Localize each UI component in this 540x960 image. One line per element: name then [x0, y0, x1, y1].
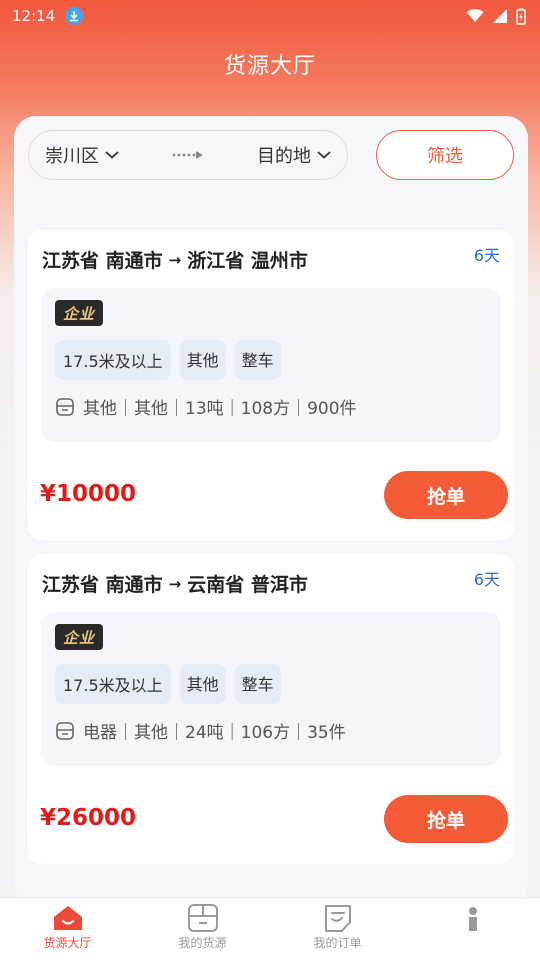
enterprise-badge: 企业 — [55, 300, 103, 326]
package-icon — [56, 397, 74, 416]
origin-label: 崇川区 — [45, 146, 99, 167]
status-time: 12:14 — [12, 7, 56, 25]
route-arrow: → — [168, 250, 182, 269]
wifi-icon — [466, 9, 484, 22]
destination-label: 目的地 — [257, 146, 311, 167]
route-arrow-icon — [172, 150, 204, 160]
download-icon — [65, 7, 84, 25]
grab-order-button[interactable]: 抢单 — [384, 795, 508, 843]
route-arrow: → — [168, 574, 182, 593]
cargo-card[interactable]: 江苏省 南通市 → 浙江省 温州市 6天 企业 17.5米及以上 其他 整车 其… — [28, 230, 514, 540]
tab-my-cargo[interactable]: 我的货源 — [135, 898, 270, 960]
route-to: 浙江省 温州市 — [187, 250, 308, 272]
tag-list: 17.5米及以上 其他 整车 — [55, 664, 281, 704]
tag-type: 其他 — [179, 340, 226, 380]
tab-label: 我的货源 — [178, 936, 227, 950]
enterprise-badge: 企业 — [55, 624, 103, 650]
filter-button[interactable]: 筛选 — [376, 130, 514, 180]
route-to: 云南省 普洱市 — [187, 574, 308, 596]
cargo-specs: 其他｜其他｜13吨｜108方｜900件 — [55, 394, 357, 419]
tab-label: 货源大厅 — [43, 936, 92, 950]
card-route: 江苏省 南通市 → 浙江省 温州市 — [42, 246, 308, 273]
tab-my-orders[interactable]: 我的订单 — [270, 898, 405, 960]
specs-text: 其他｜其他｜13吨｜108方｜900件 — [83, 399, 357, 419]
route-from: 江苏省 南通市 — [42, 250, 163, 272]
page-title: 货源大厅 — [223, 54, 316, 79]
tag-type: 其他 — [179, 664, 226, 704]
order-icon — [324, 905, 351, 932]
cargo-specs: 电器｜其他｜24吨｜106方｜35件 — [55, 718, 346, 743]
card-days: 6天 — [473, 570, 500, 589]
profile-icon — [468, 907, 477, 931]
specs-text: 电器｜其他｜24吨｜106方｜35件 — [83, 723, 346, 743]
tab-profile[interactable] — [405, 898, 540, 960]
route-picker: 崇川区 目的地 — [28, 130, 348, 180]
cargo-card[interactable]: 江苏省 南通市 → 云南省 普洱市 6天 企业 17.5米及以上 其他 整车 电… — [28, 554, 514, 864]
tag-length: 17.5米及以上 — [55, 664, 171, 704]
destination-select[interactable]: 目的地 — [257, 142, 331, 168]
cargo-info: 企业 17.5米及以上 其他 整车 其他｜其他｜13吨｜108方｜900件 — [41, 288, 501, 442]
tag-load: 整车 — [234, 664, 281, 704]
tag-load: 整车 — [234, 340, 281, 380]
box-icon — [187, 904, 218, 932]
card-route: 江苏省 南通市 → 云南省 普洱市 — [42, 570, 308, 597]
status-bar: 12:14 — [0, 0, 540, 32]
chevron-down-icon — [105, 151, 119, 159]
tab-cargo-hall[interactable]: 货源大厅 — [0, 898, 135, 960]
origin-select[interactable]: 崇川区 — [45, 142, 119, 168]
chevron-down-icon — [317, 151, 331, 159]
bottom-tab-bar: 货源大厅 我的货源 我的订单 — [0, 897, 540, 960]
route-from: 江苏省 南通市 — [42, 574, 163, 596]
price: ¥10000 — [40, 481, 137, 507]
package-icon — [56, 721, 74, 740]
tab-label: 我的订单 — [313, 936, 362, 950]
signal-icon — [493, 9, 507, 23]
tag-length: 17.5米及以上 — [55, 340, 171, 380]
price: ¥26000 — [40, 805, 137, 831]
home-icon — [53, 906, 82, 930]
card-days: 6天 — [473, 246, 500, 265]
grab-order-button[interactable]: 抢单 — [384, 471, 508, 519]
tag-list: 17.5米及以上 其他 整车 — [55, 340, 281, 380]
cargo-info: 企业 17.5米及以上 其他 整车 电器｜其他｜24吨｜106方｜35件 — [41, 612, 501, 766]
battery-icon — [516, 8, 526, 25]
